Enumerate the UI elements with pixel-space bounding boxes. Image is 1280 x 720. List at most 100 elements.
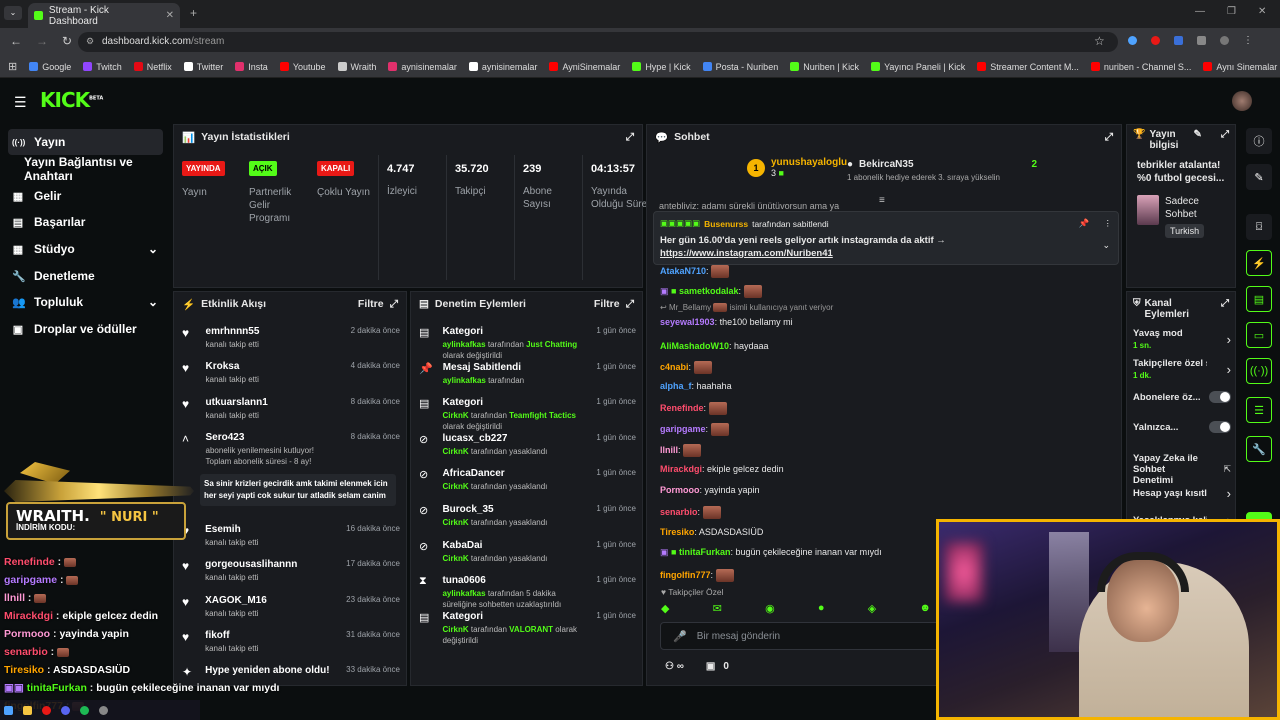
chat-message[interactable]: llnill: — [660, 444, 702, 457]
chat-username[interactable]: AliMashadoW10 — [660, 341, 729, 351]
chevron-right-icon[interactable]: › — [1227, 486, 1231, 501]
activity-item[interactable]: ✦ Hype yeniden abone oldu! 33 dakika önce — [174, 665, 406, 679]
tab-search-icon[interactable]: ⌄ — [4, 6, 22, 20]
lightning-icon[interactable]: ⚡ — [1246, 250, 1272, 276]
emote-icon[interactable]: ◈ — [868, 602, 876, 615]
chat-message[interactable]: AtakaN710: — [660, 265, 730, 278]
chat-message[interactable]: Tiresiko: ASDASDASIÜD — [660, 527, 763, 537]
bookmark-item[interactable]: Yayıncı Paneli | Kick — [865, 62, 971, 72]
expand-icon[interactable]: ⤢ — [390, 298, 398, 311]
chat-username[interactable]: tinitaFurkan — [679, 547, 731, 557]
bookmark-item[interactable]: Twitter — [178, 62, 230, 72]
bookmark-item[interactable]: Streamer Content M... — [971, 62, 1085, 72]
expand-icon[interactable]: ⤢ — [1221, 298, 1229, 320]
channel-action-item[interactable]: Abonelere öz... — [1133, 391, 1231, 403]
chrome-icon[interactable] — [42, 705, 51, 715]
apps-grid-icon[interactable]: ⊞ — [8, 60, 17, 73]
chat-username[interactable]: Renefinde — [660, 403, 704, 413]
moderation-item[interactable]: 📌 Mesaj Sabitlendi aylinkafkas tarafından 1… — [411, 362, 642, 386]
bookmark-item[interactable]: Nuriben | Kick — [784, 62, 865, 72]
chat-username[interactable]: garipgame — [660, 424, 706, 434]
expand-icon[interactable]: ⤢ — [626, 298, 634, 311]
channel-action-item[interactable]: Yavaş mod 1 sn. › — [1133, 328, 1231, 350]
chat-message[interactable]: AliMashadoW10: haydaaa — [660, 341, 769, 351]
activity-item[interactable]: ♥ gorgeousaslihannn kanalı takip etti 17 da… — [174, 559, 406, 583]
moderation-item[interactable]: ▤ Kategori CirknK tarafından Teamfight Tac… — [411, 397, 642, 432]
pinned-more-icon[interactable]: ⋮ — [1104, 218, 1113, 229]
expand-icon[interactable]: ⤢ — [1105, 131, 1113, 144]
chat-username[interactable]: Mirackdgi — [660, 464, 702, 474]
profile-icon[interactable] — [1220, 36, 1229, 45]
chevron-down-icon[interactable]: ⌄ — [148, 242, 158, 256]
bookmark-item[interactable]: aynisinemalar — [382, 62, 463, 72]
bookmark-star-icon[interactable]: ☆ — [1094, 34, 1105, 48]
bookmark-item[interactable]: Wraith — [332, 62, 383, 72]
chat-username[interactable]: AtakaN710 — [660, 266, 706, 276]
sidebar-item[interactable]: ▤ Başarılar — [0, 209, 168, 235]
moderation-item[interactable]: ▤ Kategori aylinkafkas tarafından Just Cha… — [411, 326, 642, 361]
emote-icon[interactable]: ◆ — [661, 602, 669, 615]
sidebar-item[interactable]: 🔧 Denetleme — [0, 263, 168, 289]
link-icon[interactable]: ⚇ ∞ — [665, 661, 684, 672]
url-field[interactable]: dashboard.kick.com/stream — [78, 32, 1118, 52]
bookmark-item[interactable]: Hype | Kick — [626, 62, 696, 72]
moderation-item[interactable]: ⊘ KabaDai CirknK tarafından yasaklandı 1 gü… — [411, 540, 642, 564]
new-tab-icon[interactable]: + — [190, 6, 197, 20]
emote-icon[interactable]: ☻ — [919, 602, 931, 615]
expand-icon[interactable]: ⤢ — [1221, 129, 1229, 151]
chat-message[interactable]: alpha_f: haahaha — [660, 381, 732, 391]
info-icon[interactable]: ⓘ — [1246, 128, 1272, 154]
list-icon[interactable]: ☰ — [1246, 397, 1272, 423]
chest-icon[interactable]: ▣ — [706, 661, 715, 672]
activity-item[interactable]: ♥ emrhnnn55 kanalı takip etti 2 dakika önce — [174, 326, 406, 350]
expand-icon[interactable]: ⤢ — [626, 131, 634, 144]
chat-message[interactable]: Mirackdgi: ekiple gelcez dedin — [660, 464, 784, 474]
channel-action-item[interactable]: Yalnızca... — [1133, 421, 1231, 433]
folder-icon[interactable] — [23, 705, 32, 715]
bookmark-item[interactable]: Netflix — [128, 62, 178, 72]
bookmark-item[interactable]: AyniSinemalar — [543, 62, 626, 72]
chevron-right-icon[interactable]: › — [1227, 332, 1231, 347]
maximize-icon[interactable]: ❐ — [1227, 6, 1236, 17]
back-icon[interactable]: ← — [10, 34, 22, 48]
mic-icon[interactable]: 🎤 — [673, 630, 687, 643]
chat-username[interactable]: alpha_f — [660, 381, 692, 391]
reload-icon[interactable]: ↻ — [62, 34, 72, 48]
sidebar-item[interactable]: ▦ Stüdyo ⌄ — [0, 236, 168, 262]
chat-message[interactable]: Pormooo: yayinda yapin — [660, 485, 760, 495]
chat-icon[interactable]: ▭ — [1246, 322, 1272, 348]
emote-icon[interactable]: ● — [818, 602, 825, 615]
activity-item[interactable]: ♥ Kroksa kanalı takip etti 4 dakika önce — [174, 361, 406, 385]
chat-message[interactable]: ▣ ■ sametkodalak: — [660, 285, 762, 298]
chat-username[interactable]: senarbio — [660, 507, 698, 517]
hamburger-menu-icon[interactable]: ☰ — [14, 94, 27, 111]
activity-filter-button[interactable]: Filtre — [358, 298, 384, 310]
pinned-message[interactable]: ▣▣▣▣▣ Busenurss tarafından sabitlendi 📌 … — [653, 211, 1119, 265]
moderation-item[interactable]: ⧗ tuna0606 aylinkafkas tarafından 5 dakika… — [411, 575, 642, 610]
pencil-icon[interactable]: ✎ — [1246, 164, 1272, 190]
spotify-icon[interactable] — [80, 705, 89, 715]
sidebar-item[interactable]: ▣ Droplar ve ödüller — [0, 316, 168, 342]
activity-item[interactable]: ♥ fikoff kanalı takip etti 31 dakika önce — [174, 630, 406, 654]
site-info-icon[interactable]: ⚙ — [86, 36, 94, 47]
emote-icon[interactable]: ◉ — [765, 602, 775, 615]
shield-icon[interactable] — [1174, 36, 1183, 45]
moderation-filter-button[interactable]: Filtre — [594, 298, 620, 310]
broadcast-icon[interactable]: ((·)) — [1246, 358, 1272, 384]
unpin-icon[interactable]: 📌 — [1079, 218, 1090, 229]
chat-username[interactable]: Pormooo — [660, 485, 700, 495]
toggle-switch[interactable] — [1209, 421, 1231, 433]
edit-icon[interactable]: ✎ — [1193, 129, 1201, 151]
bookmark-item[interactable]: nuriben - Channel S... — [1085, 62, 1198, 72]
chat-settings-icon[interactable]: ≡ — [879, 195, 885, 206]
minimize-icon[interactable]: — — [1195, 6, 1205, 17]
sidebar-item[interactable]: Yayın Bağlantısı ve Anahtarı — [0, 155, 168, 183]
activity-item[interactable]: ♥Esemihkanalı takip etti16 dakika önce — [174, 524, 406, 548]
bookmark-item[interactable]: Twitch — [77, 62, 128, 72]
sidebar-item[interactable]: ▦ Gelir — [0, 183, 168, 209]
bookmark-item[interactable]: aynisinemalar — [463, 62, 544, 72]
puzzle-icon[interactable] — [1197, 36, 1206, 45]
chat-username[interactable]: fingolfin777 — [660, 570, 711, 580]
chat-message[interactable]: garipgame: — [660, 423, 729, 436]
external-link-icon[interactable]: ⇱ — [1223, 464, 1231, 475]
